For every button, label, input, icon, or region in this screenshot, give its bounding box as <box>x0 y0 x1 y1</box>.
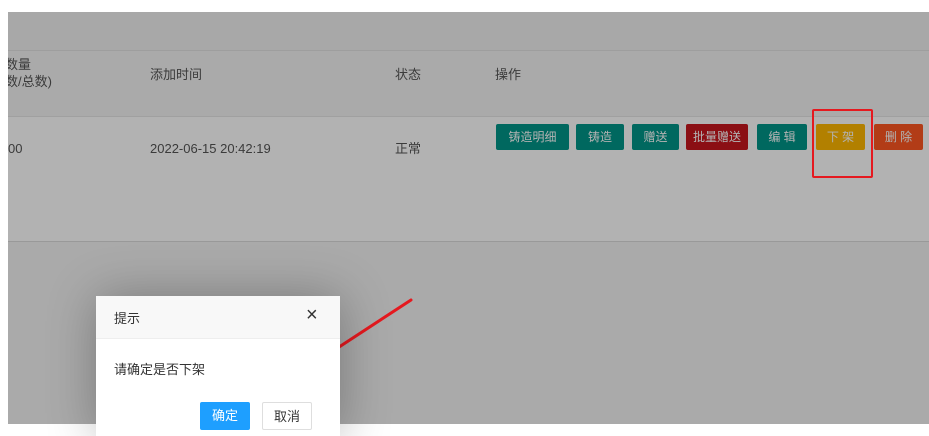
confirm-dialog: 提示 × 请确定是否下架 确定 取消 <box>96 296 340 436</box>
dialog-message: 请确定是否下架 <box>114 362 206 377</box>
header-actions: 操作 <box>495 67 522 82</box>
cell-quantity: 00 <box>8 141 23 156</box>
cell-status: 正常 <box>395 141 422 156</box>
header-added-time: 添加时间 <box>150 67 203 82</box>
delete-button[interactable]: 删 除 <box>874 124 923 150</box>
dialog-title: 提示 <box>114 311 141 326</box>
table-row-empty <box>8 181 929 242</box>
cast-detail-button[interactable]: 铸造明细 <box>496 124 569 150</box>
annotation-highlight-box <box>812 109 873 178</box>
header-status: 状态 <box>395 67 422 82</box>
dialog-title-bar: 提示 × <box>96 296 340 339</box>
cancel-button[interactable]: 取消 <box>262 402 312 430</box>
edit-button[interactable]: 编 辑 <box>757 124 807 150</box>
batch-gift-button[interactable]: 批量赠送 <box>686 124 748 150</box>
cell-added-time: 2022-06-15 20:42:19 <box>150 141 271 156</box>
table-header: 数量 数/总数) 添加时间 状态 操作 <box>5 51 929 115</box>
header-quantity-line1: 数量 <box>5 57 32 72</box>
confirm-button[interactable]: 确定 <box>200 402 250 430</box>
window-left-edge <box>0 0 8 424</box>
close-icon[interactable]: × <box>306 305 318 325</box>
cast-button[interactable]: 铸造 <box>576 124 624 150</box>
gift-button[interactable]: 赠送 <box>632 124 679 150</box>
toolbar-area <box>8 12 929 51</box>
header-quantity-line2: 数/总数) <box>5 74 52 89</box>
window-top-edge <box>0 0 929 12</box>
